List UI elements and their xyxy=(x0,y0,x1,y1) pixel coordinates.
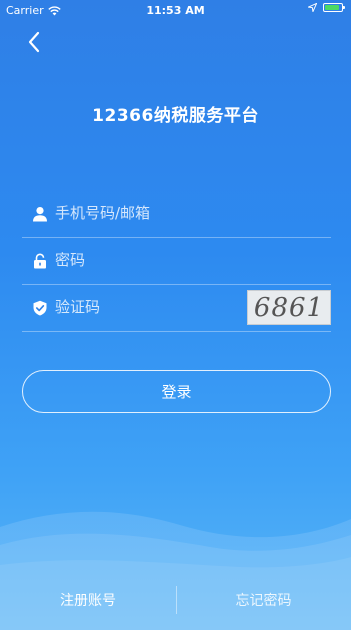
password-field[interactable] xyxy=(22,238,331,285)
captcha-image[interactable]: 6861 xyxy=(247,290,331,325)
lock-icon xyxy=(34,253,46,269)
forgot-password-link[interactable]: 忘记密码 xyxy=(176,590,351,610)
chevron-left-icon xyxy=(28,31,40,53)
back-button[interactable] xyxy=(20,28,48,56)
battery-fill xyxy=(325,5,339,10)
user-icon xyxy=(33,207,47,222)
battery-icon xyxy=(323,3,345,12)
phone-email-input[interactable] xyxy=(55,191,255,235)
login-button[interactable]: 登录 xyxy=(22,370,331,413)
login-screen: Carrier 11:53 AM 12366纳税服务平台 手机号码/邮箱 验证码… xyxy=(0,0,351,630)
register-link[interactable]: 注册账号 xyxy=(0,590,176,610)
location-arrow-icon xyxy=(308,3,317,12)
phone-email-field[interactable] xyxy=(22,191,331,238)
shield-check-icon xyxy=(33,300,47,316)
password-input[interactable] xyxy=(55,238,255,282)
status-right xyxy=(308,3,345,12)
captcha-field[interactable]: 6861 xyxy=(22,285,331,332)
status-time: 11:53 AM xyxy=(146,4,205,17)
status-bar: Carrier 11:53 AM xyxy=(0,0,351,22)
footer-links: 注册账号 忘记密码 xyxy=(0,580,351,620)
page-title: 12366纳税服务平台 xyxy=(92,106,259,126)
captcha-input[interactable] xyxy=(55,285,215,329)
